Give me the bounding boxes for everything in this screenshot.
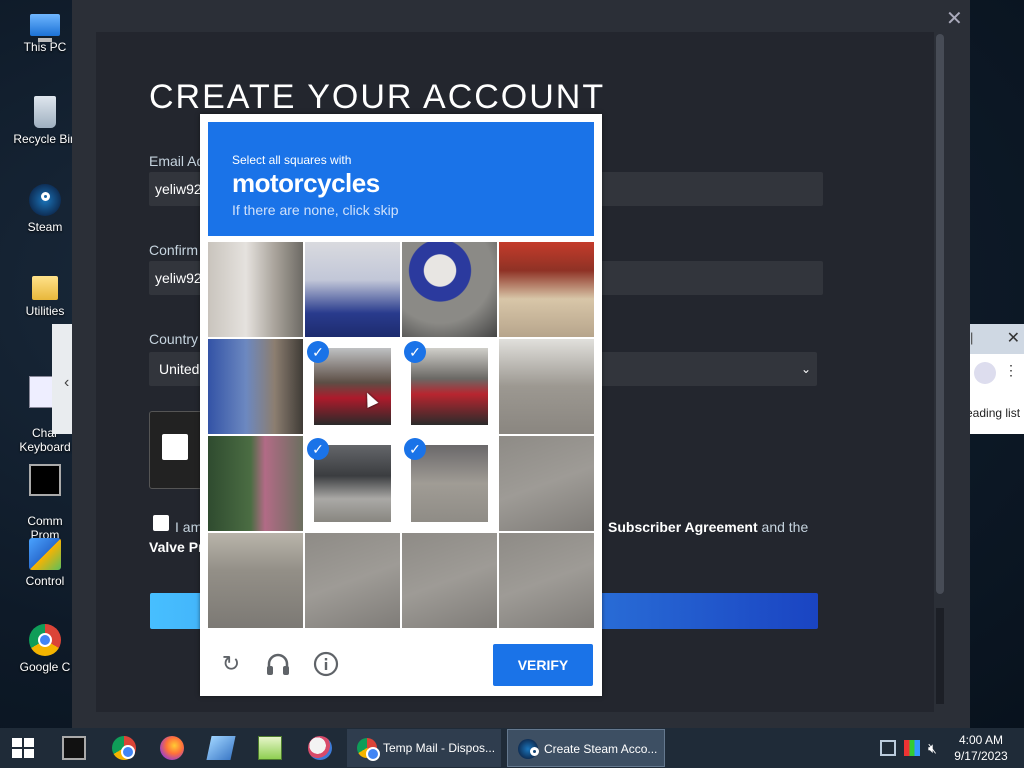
agree-text-and: and the [757,519,809,535]
page-title: CREATE YOUR ACCOUNT [149,78,606,116]
checkmark-icon: ✓ [307,438,329,460]
captcha-tile[interactable] [208,242,303,337]
chevron-left-icon: ‹ [64,374,70,391]
captcha-footer: ↻ VERIFY [200,636,602,696]
captcha-tile[interactable] [305,242,400,337]
captcha-hint: If there are none, click skip [232,202,399,218]
more-options-icon[interactable]: ⋮ [1004,362,1018,379]
captcha-tile[interactable] [499,242,594,337]
background-browser-window: | ✕ ⋮ eading list [966,324,1024,434]
chevron-down-icon: ⌄ [800,362,811,376]
captcha-tile-selected[interactable]: ✓ [402,436,497,531]
background-window-toolbar: ⋮ eading list [966,354,1024,434]
clock-date: 9/17/2023 [954,749,1008,763]
captcha-tile-selected[interactable]: ✓ [305,436,400,531]
captcha-tile[interactable] [208,339,303,434]
chrome-icon [29,624,61,656]
captcha-instruction: Select all squares with [232,153,352,167]
clock-time: 4:00 AM [958,733,1004,747]
captcha-challenge: Select all squares with motorcycles If t… [200,114,602,696]
close-icon[interactable]: ✕ [946,6,963,31]
info-icon[interactable] [312,650,340,678]
captcha-tile-selected[interactable]: ✓ [402,339,497,434]
checkmark-icon: ✓ [404,438,426,460]
headphones-icon[interactable] [264,650,292,678]
spreadsheet-icon[interactable] [258,736,282,760]
background-window-titlebar: | ✕ [970,324,1024,354]
notepad-icon[interactable] [206,736,236,760]
captcha-tile[interactable] [402,242,497,337]
agree-checkbox[interactable] [153,515,169,531]
checkmark-icon: ✓ [404,341,426,363]
firefox-icon[interactable] [160,736,184,760]
network-icon[interactable] [880,740,896,756]
steam-icon [518,739,539,759]
control-panel-icon [29,538,61,570]
captcha-tile[interactable] [305,533,400,628]
recaptcha-checkbox[interactable] [162,434,188,460]
captcha-tile[interactable] [499,339,594,434]
taskbar-app-steam[interactable]: Create Steam Acco... [507,729,665,767]
chrome-icon [357,738,380,761]
taskbar: Temp Mail - Dispos... Create Steam Acco.… [0,728,1024,768]
captcha-tile[interactable] [208,436,303,531]
privacy-policy-link[interactable]: Valve Pr [149,539,204,555]
dash-icon: | [970,330,974,345]
captcha-tile[interactable] [499,436,594,531]
paint-icon[interactable] [308,736,332,760]
checkmark-icon: ✓ [307,341,329,363]
email-label: Email Ad [149,153,205,169]
taskbar-app-label: Temp Mail - Dispos... [383,741,496,755]
captcha-grid: ✓ ✓ ✓ ✓ [208,242,594,628]
captcha-target: motorcycles [232,168,380,198]
agree-text-suffix: Subscriber Agreement and the [608,519,808,535]
verify-button[interactable]: VERIFY [493,644,593,686]
country-label: Country [149,331,199,347]
scrollbar-thumb[interactable] [936,34,944,594]
taskbar-app-label: Create Steam Acco... [544,742,658,756]
country-value: United [159,361,200,377]
agree-text-prefix: I am [175,519,203,535]
display-icon[interactable] [904,740,920,756]
captcha-tile[interactable] [499,533,594,628]
scrollbar-track [936,608,944,704]
terminal-icon[interactable] [62,736,86,760]
steam-icon [29,184,61,216]
subscriber-agreement-link[interactable]: Subscriber Agreement [608,519,758,535]
terminal-icon [29,464,61,496]
background-window-left-edge: ‹ [52,324,72,434]
folder-icon [32,276,58,300]
chrome-icon[interactable] [112,736,136,760]
captcha-tile[interactable] [208,533,303,628]
computer-icon [30,14,60,42]
profile-icon[interactable] [974,362,996,384]
captcha-header: Select all squares with motorcycles If t… [208,122,594,236]
captcha-tile[interactable] [402,533,497,628]
volume-muted-icon[interactable]: 🔇︎ [928,738,946,758]
close-icon[interactable]: ✕ [1007,328,1020,348]
captcha-tile-selected[interactable]: ✓ [305,339,400,434]
confirm-email-label: Confirm [149,242,199,258]
recycle-bin-icon [34,96,56,128]
reading-list-label[interactable]: eading list [966,406,1020,420]
windows-start-icon[interactable] [12,738,34,758]
taskbar-app-temp-mail[interactable]: Temp Mail - Dispos... [347,729,501,767]
reload-icon[interactable]: ↻ [217,650,245,678]
system-clock[interactable]: 4:00 AM 9/17/2023 [948,732,1014,764]
